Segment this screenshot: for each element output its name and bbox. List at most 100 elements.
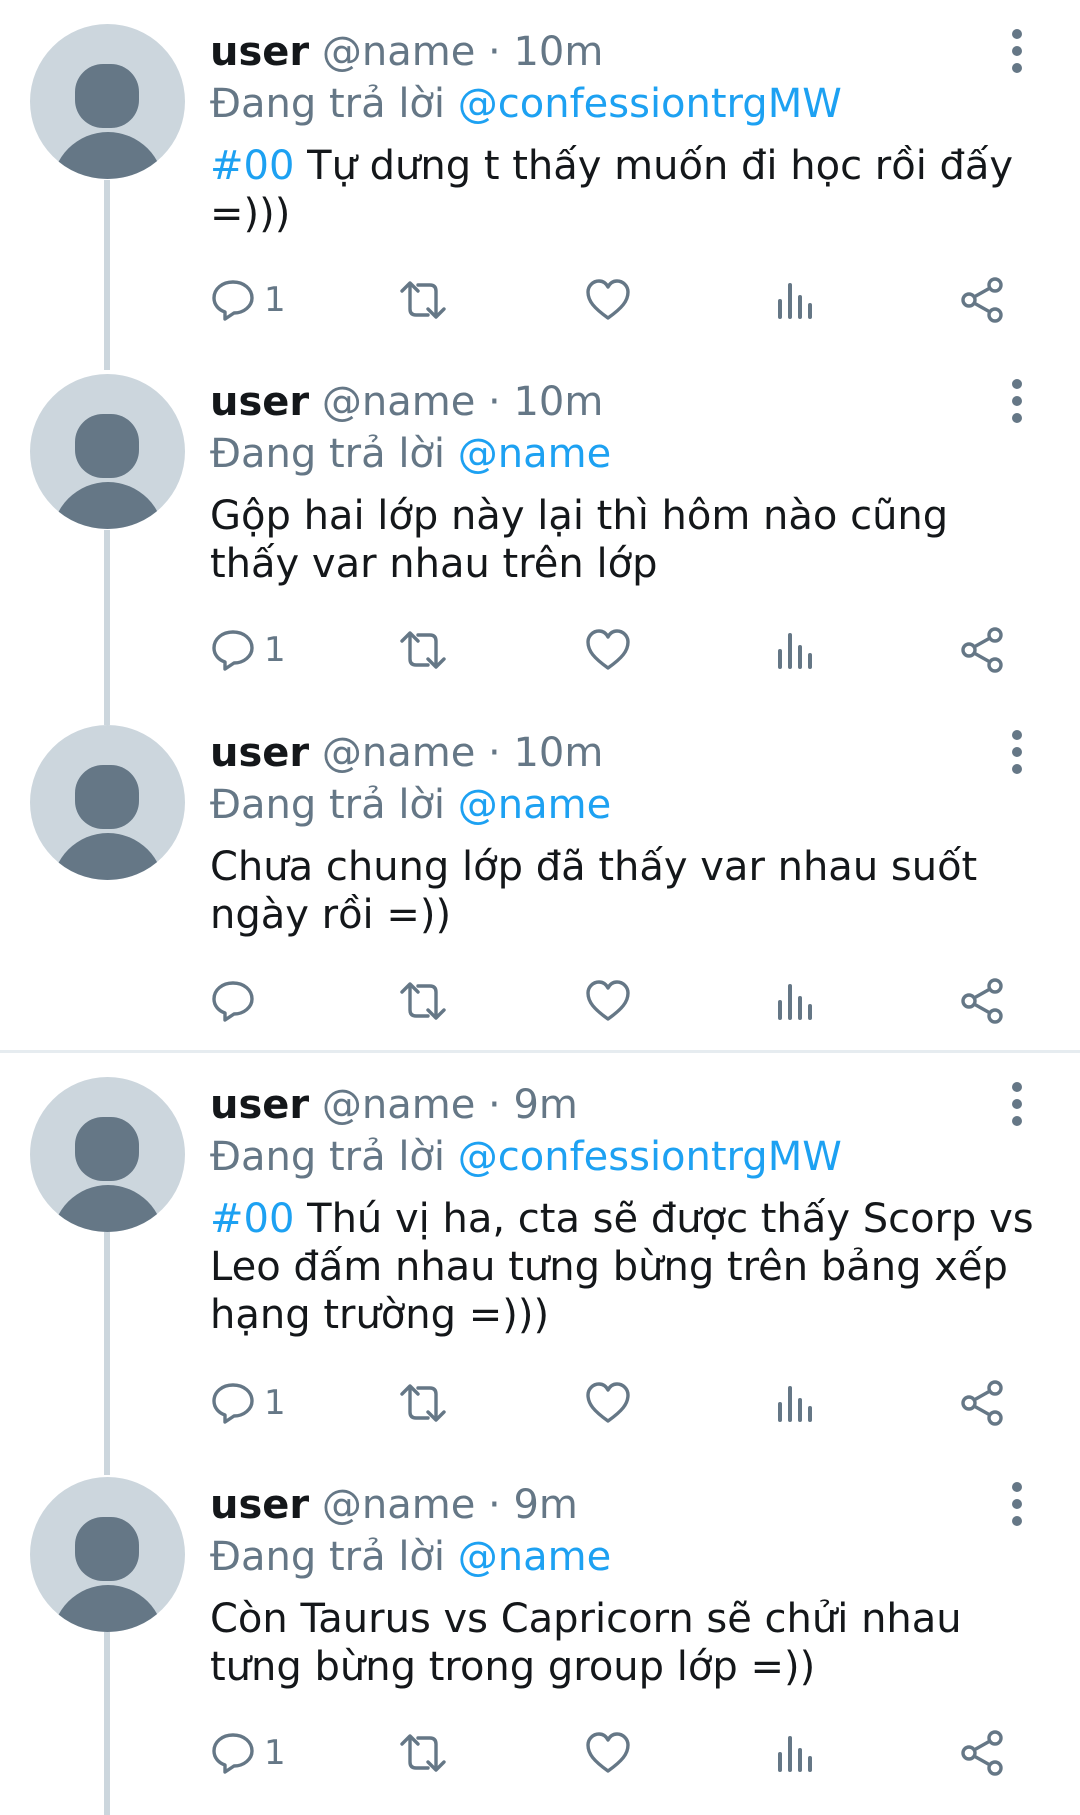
- display-name[interactable]: user: [210, 1082, 309, 1128]
- analytics-button[interactable]: [774, 270, 818, 330]
- like-button[interactable]: [584, 1373, 632, 1433]
- more-vertical-icon[interactable]: [1002, 378, 1032, 424]
- share-button[interactable]: [958, 1373, 1006, 1433]
- more-vertical-icon[interactable]: [1002, 1481, 1032, 1527]
- tweet-header: user @name · 10m: [210, 727, 603, 779]
- retweet-icon: [400, 1384, 446, 1422]
- separator-dot: ·: [488, 29, 501, 75]
- tweet-text: #00 Tự dưng t thấy muốn đi học rồi đấy =…: [210, 142, 1040, 238]
- reply-icon: [212, 981, 254, 1022]
- retweet-button[interactable]: [396, 971, 450, 1031]
- analytics-button[interactable]: [774, 620, 818, 680]
- separator-dot: ·: [488, 379, 501, 425]
- user-handle[interactable]: @name: [322, 730, 475, 776]
- avatar[interactable]: [30, 24, 185, 179]
- analytics-button[interactable]: [774, 971, 818, 1031]
- share-button[interactable]: [958, 1723, 1006, 1783]
- avatar[interactable]: [30, 1477, 185, 1632]
- tweet-text-content: Chưa chung lớp đã thấy var nhau suốt ngà…: [210, 844, 978, 938]
- reply-icon: [212, 1383, 254, 1424]
- reply-count: 1: [264, 1383, 286, 1423]
- reply-button[interactable]: [210, 971, 264, 1031]
- timestamp[interactable]: 9m: [513, 1082, 577, 1128]
- timestamp[interactable]: 9m: [513, 1482, 577, 1528]
- tweet-text: Còn Taurus vs Capricorn sẽ chửi nhau tưn…: [210, 1595, 1040, 1691]
- hashtag[interactable]: #00: [210, 1196, 294, 1242]
- replying-to-mention[interactable]: @name: [458, 1534, 611, 1580]
- share-button[interactable]: [958, 620, 1006, 680]
- tweet[interactable]: user @name · 10m Đang trả lời @confessio…: [0, 0, 1080, 350]
- hashtag[interactable]: #00: [210, 143, 294, 189]
- tweet-actions: 1: [0, 1723, 1080, 1783]
- user-handle[interactable]: @name: [322, 1482, 475, 1528]
- replying-to: Đang trả lời @confessiontrgMW: [210, 78, 842, 130]
- user-handle[interactable]: @name: [322, 1082, 475, 1128]
- share-icon: [961, 1730, 1003, 1776]
- tweet[interactable]: user @name · 10m Đang trả lời @name Gộp …: [0, 350, 1080, 700]
- replying-to-label: Đang trả lời: [210, 431, 446, 477]
- reply-icon: [212, 1733, 254, 1774]
- reply-count: 1: [264, 630, 286, 670]
- tweet-actions: [0, 971, 1080, 1031]
- retweet-icon: [400, 631, 446, 669]
- more-vertical-icon[interactable]: [1002, 729, 1032, 775]
- like-button[interactable]: [584, 971, 632, 1031]
- analytics-button[interactable]: [774, 1373, 818, 1433]
- more-vertical-icon[interactable]: [1002, 1081, 1032, 1127]
- tweet-actions: 1: [0, 270, 1080, 330]
- tweet[interactable]: user @name · 9m Đang trả lời @confession…: [0, 1053, 1080, 1453]
- avatar[interactable]: [30, 1077, 185, 1232]
- retweet-button[interactable]: [396, 1373, 450, 1433]
- avatar[interactable]: [30, 725, 185, 880]
- analytics-button[interactable]: [774, 1723, 818, 1783]
- retweet-button[interactable]: [396, 620, 450, 680]
- reply-icon: [212, 630, 254, 671]
- tweet[interactable]: user @name · 9m Đang trả lời @name Còn T…: [0, 1453, 1080, 1815]
- replying-to-mention[interactable]: @confessiontrgMW: [458, 81, 842, 127]
- display-name[interactable]: user: [210, 379, 309, 425]
- analytics-icon: [778, 1386, 812, 1422]
- replying-to-mention[interactable]: @name: [458, 431, 611, 477]
- heart-icon: [586, 279, 630, 320]
- user-handle[interactable]: @name: [322, 379, 475, 425]
- display-name[interactable]: user: [210, 29, 309, 75]
- replying-to-mention[interactable]: @confessiontrgMW: [458, 1134, 842, 1180]
- timestamp[interactable]: 10m: [513, 29, 603, 75]
- display-name[interactable]: user: [210, 1482, 309, 1528]
- replying-to: Đang trả lời @name: [210, 779, 611, 831]
- more-vertical-icon[interactable]: [1002, 28, 1032, 74]
- tweet[interactable]: user @name · 10m Đang trả lời @name Chưa…: [0, 701, 1080, 1051]
- user-handle[interactable]: @name: [322, 29, 475, 75]
- avatar[interactable]: [30, 374, 185, 529]
- heart-icon: [586, 629, 630, 670]
- timestamp[interactable]: 10m: [513, 730, 603, 776]
- reply-button[interactable]: 1: [210, 1723, 286, 1783]
- separator-dot: ·: [488, 1082, 501, 1128]
- reply-button[interactable]: 1: [210, 620, 286, 680]
- separator-dot: ·: [488, 1482, 501, 1528]
- reply-button[interactable]: 1: [210, 270, 286, 330]
- share-icon: [961, 277, 1003, 323]
- tweet-header: user @name · 10m: [210, 26, 603, 78]
- retweet-icon: [400, 281, 446, 319]
- like-button[interactable]: [584, 270, 632, 330]
- replying-to-label: Đang trả lời: [210, 1134, 446, 1180]
- retweet-button[interactable]: [396, 1723, 450, 1783]
- replying-to-mention[interactable]: @name: [458, 782, 611, 828]
- share-button[interactable]: [958, 971, 1006, 1031]
- share-button[interactable]: [958, 270, 1006, 330]
- reply-button[interactable]: 1: [210, 1373, 286, 1433]
- like-button[interactable]: [584, 620, 632, 680]
- replying-to-label: Đang trả lời: [210, 1534, 446, 1580]
- replying-to-label: Đang trả lời: [210, 81, 446, 127]
- replying-to: Đang trả lời @confessiontrgMW: [210, 1131, 842, 1183]
- display-name[interactable]: user: [210, 730, 309, 776]
- retweet-button[interactable]: [396, 270, 450, 330]
- tweet-actions: 1: [0, 620, 1080, 680]
- analytics-icon: [778, 633, 812, 669]
- share-icon: [961, 627, 1003, 673]
- replying-to-label: Đang trả lời: [210, 782, 446, 828]
- reply-count: 1: [264, 1733, 286, 1773]
- like-button[interactable]: [584, 1723, 632, 1783]
- timestamp[interactable]: 10m: [513, 379, 603, 425]
